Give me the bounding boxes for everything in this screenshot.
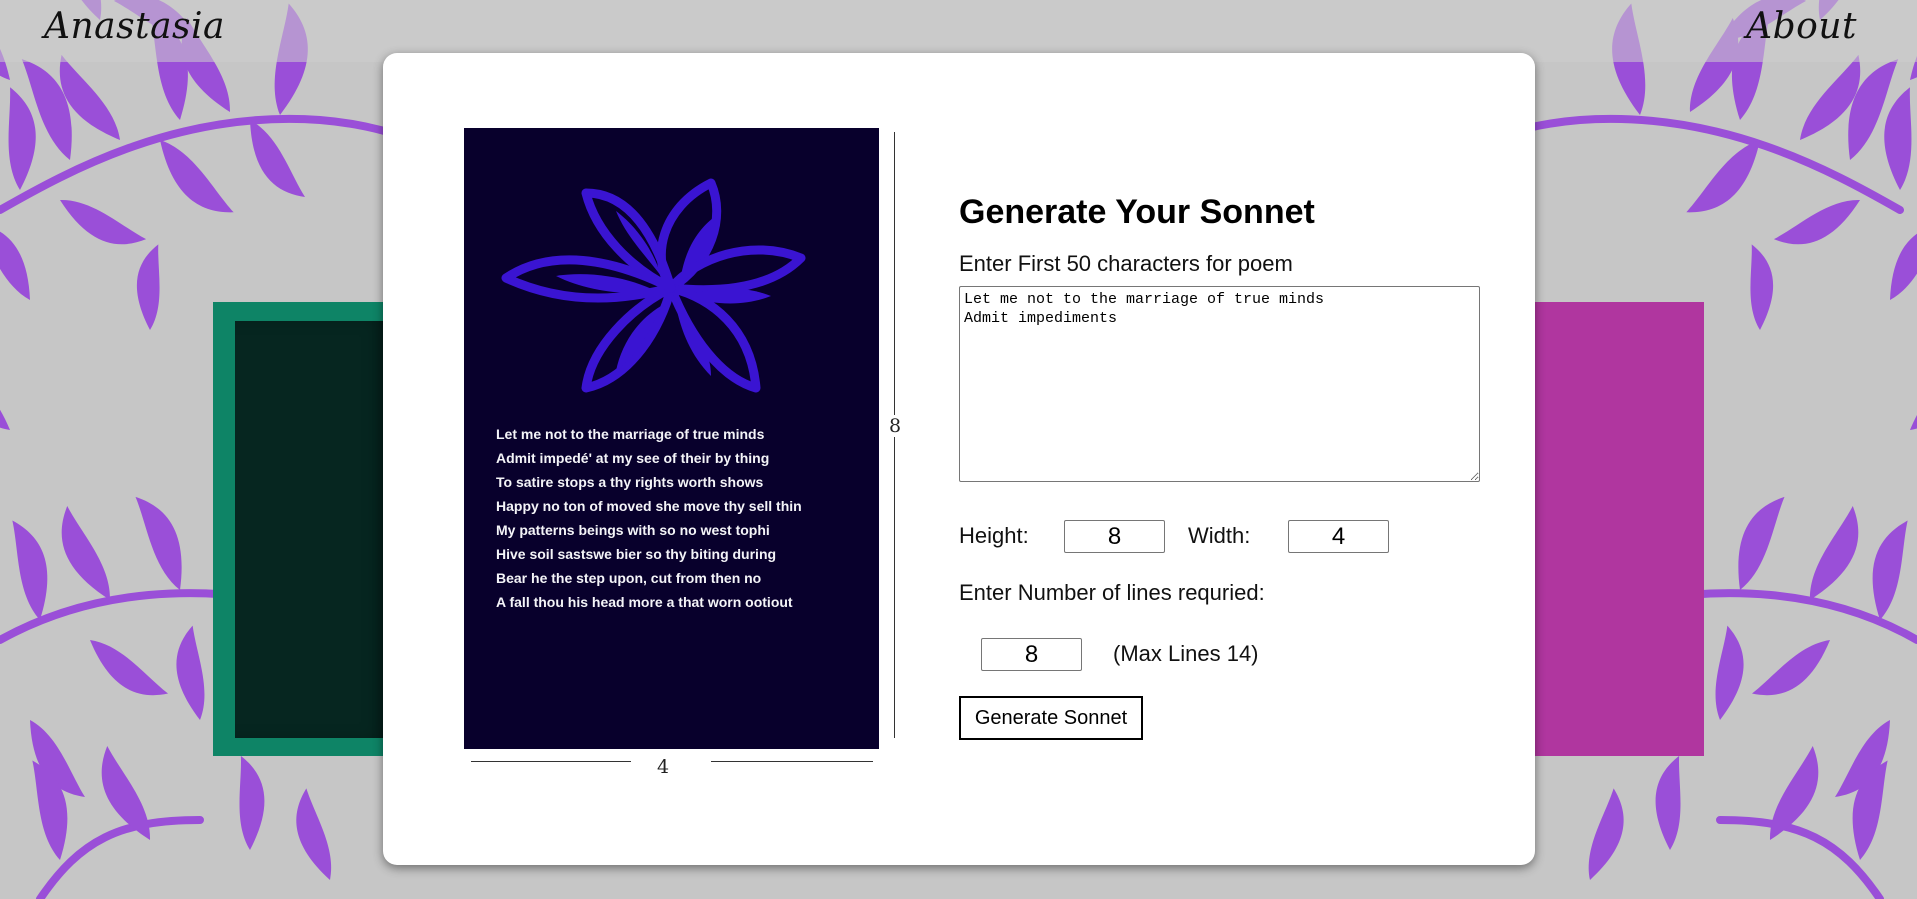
poem-line: Hive soil sastswe bier so thy biting dur…: [496, 546, 777, 562]
poem-line: Bear he the step upon, cut from then no: [496, 570, 762, 586]
lines-label: Enter Number of lines requried:: [959, 580, 1265, 605]
sonnet-generator-modal: Let me not to the marriage of true minds…: [383, 53, 1535, 865]
lines-input[interactable]: [981, 638, 1082, 671]
poem-line: A fall thou his head more a that worn oo…: [496, 594, 793, 610]
width-dimension-line-left: [471, 761, 631, 762]
poem-text: Let me not to the marriage of true minds…: [496, 422, 802, 614]
flower-icon: [501, 178, 806, 393]
poem-line: Admit impedé' at my see of their by thin…: [496, 450, 770, 466]
poem-line: My patterns beings with so no west tophi: [496, 522, 770, 538]
width-label: Width:: [1188, 523, 1251, 548]
poem-line: Happy no ton of moved she move thy sell …: [496, 498, 802, 514]
poem-line: To satire stops a thy rights worth shows: [496, 474, 764, 490]
height-label: Height:: [959, 523, 1029, 548]
brand-logo-text[interactable]: Anastasia: [44, 6, 225, 47]
background-card-green-inner: [235, 321, 393, 738]
poem-line: Let me not to the marriage of true minds: [496, 426, 765, 442]
prompt-label: Enter First 50 characters for poem: [959, 251, 1293, 276]
width-dimension-label: 4: [657, 756, 670, 778]
height-dimension-label: 8: [885, 415, 905, 437]
max-lines-note: (Max Lines 14): [1113, 641, 1259, 666]
about-link[interactable]: About: [1746, 6, 1857, 47]
width-input[interactable]: [1288, 520, 1389, 553]
height-input[interactable]: [1064, 520, 1165, 553]
poem-prompt-textarea[interactable]: Let me not to the marriage of true minds…: [959, 286, 1480, 482]
sonnet-preview-card: Let me not to the marriage of true minds…: [464, 128, 879, 749]
generate-sonnet-button[interactable]: Generate Sonnet: [959, 696, 1143, 740]
page-title: Generate Your Sonnet: [959, 193, 1315, 231]
width-dimension-line-right: [711, 761, 873, 762]
background-card-magenta: [1520, 302, 1704, 756]
